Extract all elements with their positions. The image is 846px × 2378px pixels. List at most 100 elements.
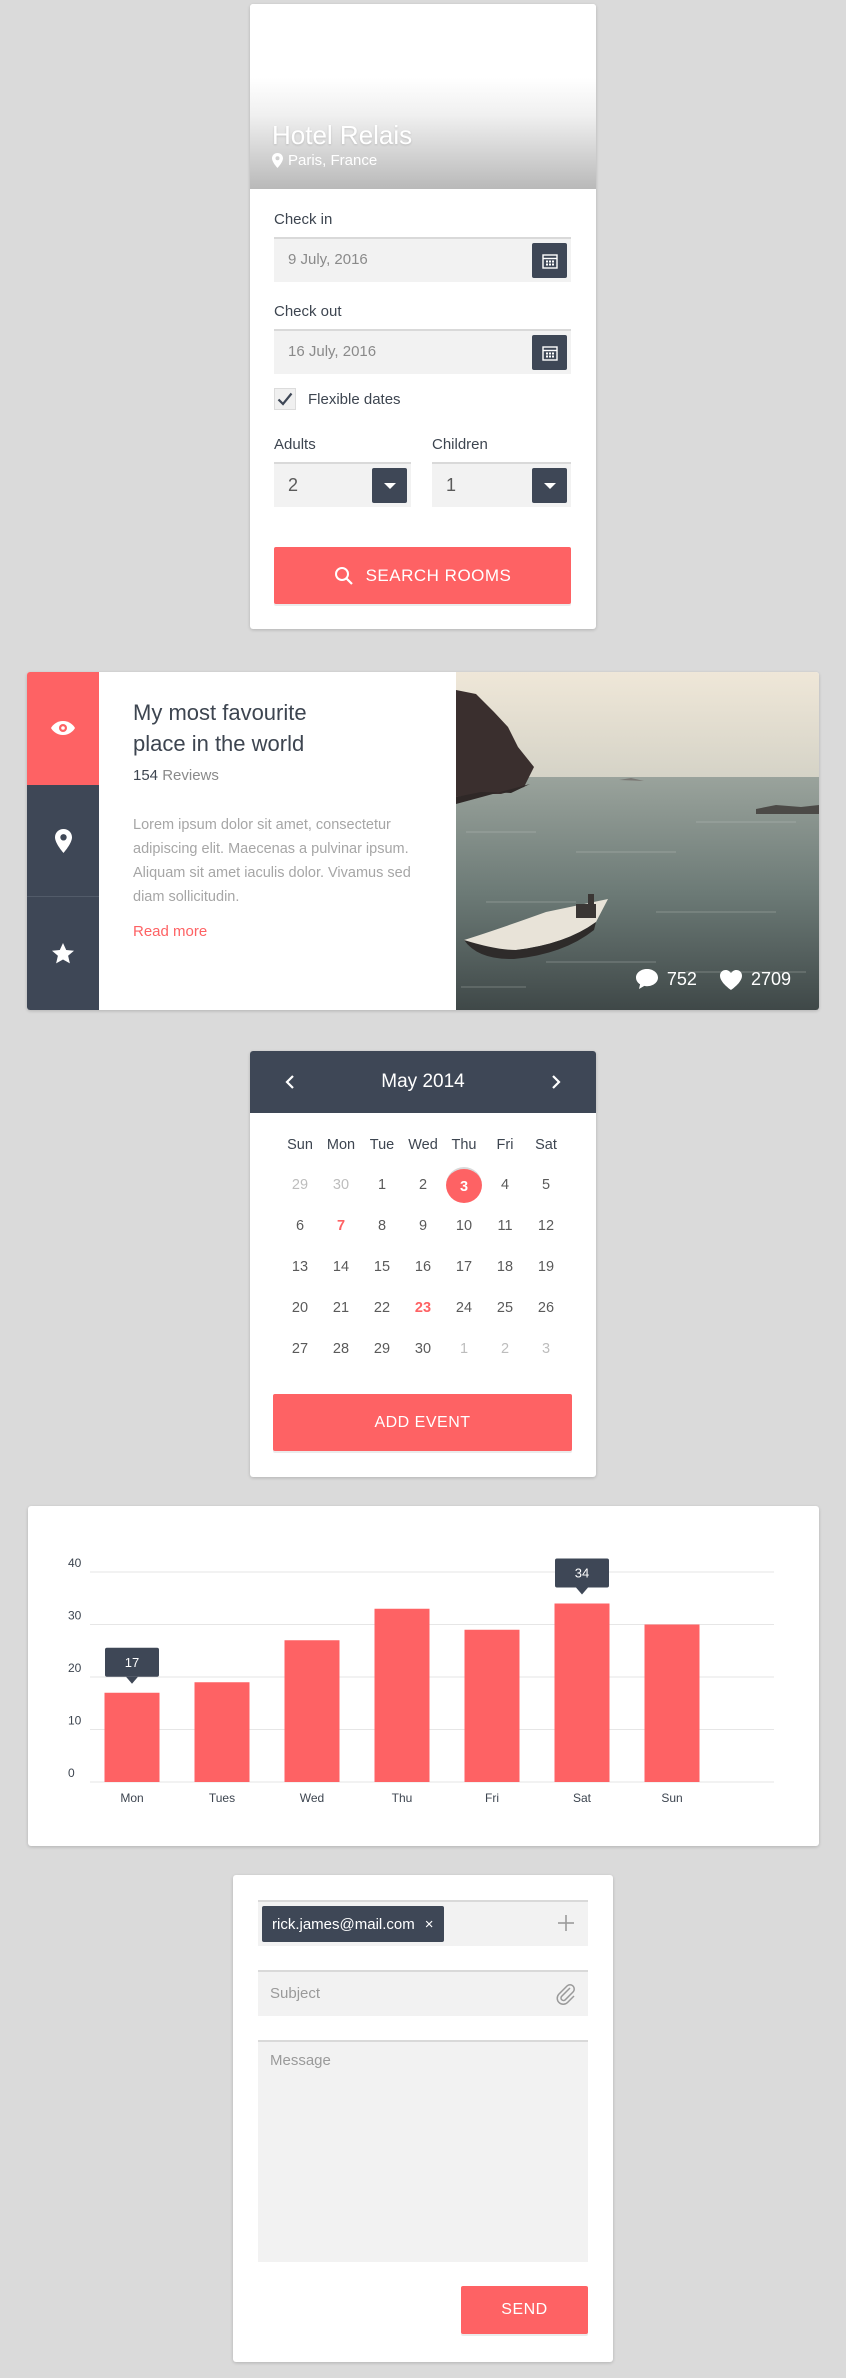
weekday-mon: Mon <box>326 1137 356 1153</box>
calendar-day[interactable]: 13 <box>282 1249 318 1285</box>
y-tick-label: 20 <box>68 1661 82 1675</box>
hotel-location-text: Paris, France <box>288 152 378 169</box>
callout-pointer <box>126 1676 138 1684</box>
calendar-icon <box>541 253 558 269</box>
calendar-day[interactable]: 14 <box>323 1249 359 1285</box>
calendar-icon <box>541 345 558 361</box>
coast-boat-photo <box>456 672 819 1010</box>
calendar-day-other-month[interactable]: 2 <box>487 1331 523 1367</box>
value-callout-label: 17 <box>125 1655 139 1670</box>
add-recipient-icon[interactable] <box>554 1911 578 1935</box>
calendar-day[interactable]: 30 <box>405 1331 441 1367</box>
calendar-day[interactable]: 27 <box>282 1331 318 1367</box>
calendar-day[interactable]: 21 <box>323 1290 359 1326</box>
flexible-dates-option[interactable]: Flexible dates <box>274 388 401 410</box>
tab-views[interactable] <box>27 672 99 785</box>
bar-wed[interactable] <box>284 1640 340 1782</box>
calendar-day[interactable]: 2 <box>405 1167 441 1203</box>
read-more-link[interactable]: Read more <box>133 923 207 940</box>
subject-field[interactable]: Subject <box>258 1970 588 2016</box>
hotel-booking-card: Hotel Relais Paris, France Check in 9 Ju… <box>250 4 596 629</box>
check-out-field[interactable]: 16 July, 2016 <box>274 329 571 374</box>
calendar-day[interactable]: 9 <box>405 1208 441 1244</box>
search-rooms-button[interactable]: SEARCH ROOMS <box>274 547 571 604</box>
check-in-calendar-button[interactable] <box>532 243 567 278</box>
children-dropdown-button[interactable] <box>532 468 567 503</box>
calendar-day[interactable]: 5 <box>528 1167 564 1203</box>
recipients-field[interactable]: rick.james@mail.com × <box>258 1900 588 1946</box>
calendar-day[interactable]: 15 <box>364 1249 400 1285</box>
recipient-email: rick.james@mail.com <box>272 1915 415 1933</box>
adults-dropdown-button[interactable] <box>372 468 407 503</box>
weekday-wed: Wed <box>408 1137 438 1153</box>
bar-chart-card: 0 10 20 30 40 Mon Tues Wed Thu Fri Sat Sun 17 34 <box>28 1506 819 1846</box>
remove-recipient-icon[interactable]: × <box>425 1916 434 1933</box>
children-select[interactable]: 1 <box>432 462 571 507</box>
calendar-day[interactable]: 3 <box>446 1167 482 1203</box>
calendar-day[interactable]: 4 <box>487 1167 523 1203</box>
check-in-label: Check in <box>274 211 333 228</box>
calendar-day[interactable]: 6 <box>282 1208 318 1244</box>
calendar-day[interactable]: 12 <box>528 1208 564 1244</box>
calendar-day[interactable]: 17 <box>446 1249 482 1285</box>
message-field[interactable]: Message <box>258 2040 588 2262</box>
x-tick-label: Thu <box>392 1791 413 1805</box>
heart-icon <box>719 969 742 990</box>
message-placeholder: Message <box>270 2052 331 2069</box>
map-pin-icon <box>54 828 72 853</box>
hotel-location: Paris, France <box>272 152 377 169</box>
calendar-day[interactable]: 20 <box>282 1290 318 1326</box>
tab-favorites[interactable] <box>27 897 99 1010</box>
article-title: My most favourite place in the world <box>133 700 307 756</box>
calendar-day[interactable]: 10 <box>446 1208 482 1244</box>
star-icon <box>52 943 74 964</box>
add-event-button[interactable]: ADD EVENT <box>273 1394 572 1451</box>
callout-pointer <box>576 1587 588 1595</box>
send-button[interactable]: SEND <box>461 2286 588 2334</box>
next-month-button[interactable] <box>546 1072 566 1092</box>
article-reviews: 154 Reviews <box>133 767 219 784</box>
check-in-value: 9 July, 2016 <box>288 251 368 268</box>
calendar-day[interactable]: 19 <box>528 1249 564 1285</box>
calendar-day-other-month[interactable]: 3 <box>528 1331 564 1367</box>
calendar-day[interactable]: 11 <box>487 1208 523 1244</box>
calendar-day[interactable]: 23 <box>405 1290 441 1326</box>
x-tick-label: Fri <box>485 1791 499 1805</box>
calendar-day[interactable]: 24 <box>446 1290 482 1326</box>
like-count: 2709 <box>750 968 791 989</box>
check-icon <box>277 392 293 406</box>
flexible-dates-checkbox[interactable] <box>274 388 296 410</box>
x-tick-label: Wed <box>300 1791 324 1805</box>
adults-select[interactable]: 2 <box>274 462 411 507</box>
attachment-icon[interactable] <box>554 1982 578 2006</box>
calendar-day[interactable]: 1 <box>364 1167 400 1203</box>
bar-mon[interactable] <box>104 1692 160 1782</box>
check-out-calendar-button[interactable] <box>532 335 567 370</box>
calendar-day[interactable]: 26 <box>528 1290 564 1326</box>
flexible-dates-label: Flexible dates <box>308 390 401 408</box>
calendar-day[interactable]: 29 <box>364 1331 400 1367</box>
bar-tues[interactable] <box>194 1682 250 1782</box>
bar-sat[interactable] <box>554 1603 610 1783</box>
calendar-day[interactable]: 18 <box>487 1249 523 1285</box>
x-tick-label: Tues <box>209 1791 235 1805</box>
calendar-day-other-month[interactable]: 30 <box>323 1167 359 1203</box>
calendar-day[interactable]: 8 <box>364 1208 400 1244</box>
bar-sun[interactable] <box>644 1624 700 1783</box>
bar-fri[interactable] <box>464 1629 520 1782</box>
hotel-name: Hotel Relais <box>272 120 413 150</box>
weekday-fri: Fri <box>496 1137 514 1153</box>
calendar-day-other-month[interactable]: 1 <box>446 1331 482 1367</box>
y-tick-label: 30 <box>68 1609 82 1623</box>
tab-location[interactable] <box>27 784 99 898</box>
check-in-field[interactable]: 9 July, 2016 <box>274 237 571 282</box>
calendar-day-other-month[interactable]: 29 <box>282 1167 318 1203</box>
calendar-day[interactable]: 28 <box>323 1331 359 1367</box>
search-rooms-label: SEARCH ROOMS <box>365 565 512 585</box>
calendar-day[interactable]: 25 <box>487 1290 523 1326</box>
x-tick-label: Sun <box>661 1791 682 1805</box>
calendar-day[interactable]: 7 <box>323 1208 359 1244</box>
calendar-day[interactable]: 16 <box>405 1249 441 1285</box>
calendar-day[interactable]: 22 <box>364 1290 400 1326</box>
bar-thu[interactable] <box>374 1608 430 1782</box>
